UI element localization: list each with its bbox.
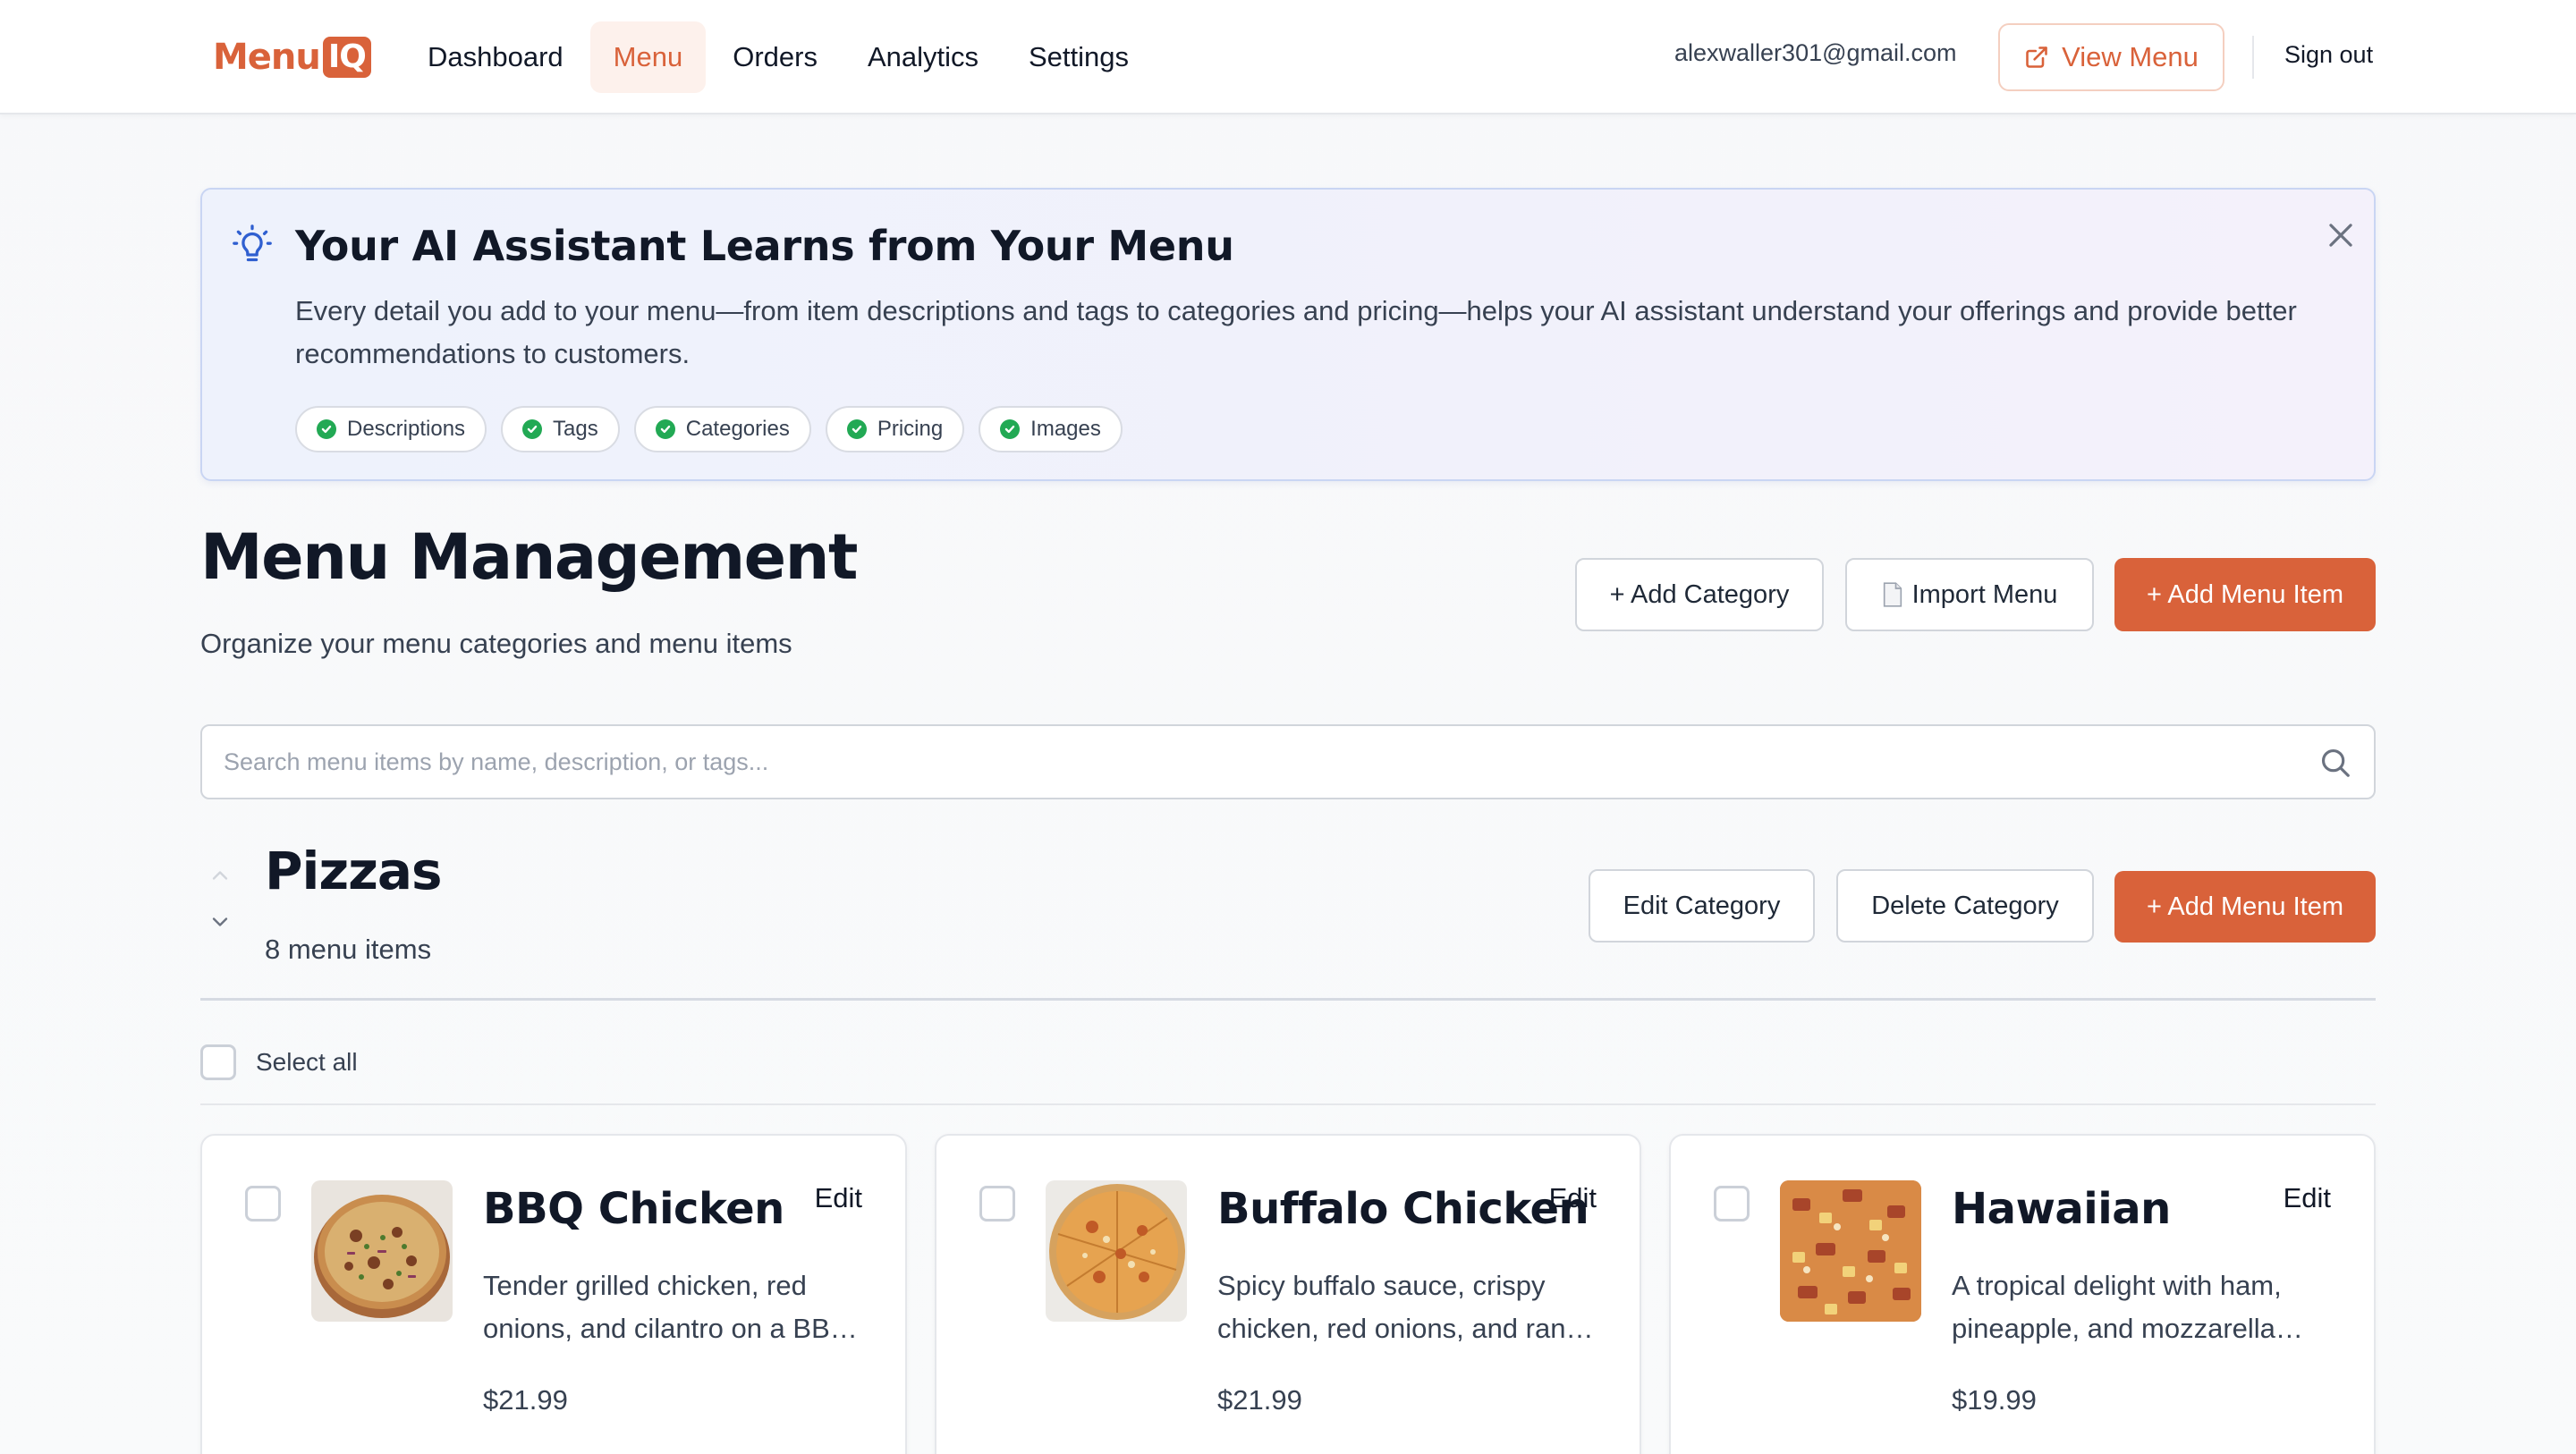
banner-chips: Descriptions Tags Categories Pricing Ima… (295, 406, 1123, 452)
nav-link-orders[interactable]: Orders (709, 21, 841, 93)
view-menu-button[interactable]: View Menu (1998, 23, 2224, 91)
top-nav: Menu IQ Dashboard Menu Orders Analytics … (0, 0, 2576, 114)
banner-text: Every detail you add to your menu—from i… (295, 295, 2297, 369)
page-title: Menu Management (200, 520, 858, 594)
category-item-count: 8 menu items (265, 934, 432, 965)
item-image (1780, 1180, 1921, 1322)
check-circle-icon (522, 419, 543, 439)
lightbulb-icon (233, 224, 272, 262)
check-circle-icon (317, 419, 336, 439)
external-link-icon (2026, 46, 2047, 68)
category-title: Pizzas (265, 841, 443, 901)
check-circle-icon (655, 419, 675, 439)
close-icon[interactable] (2324, 218, 2358, 252)
nav-link-analytics[interactable]: Analytics (844, 21, 1002, 93)
check-circle-icon (1000, 419, 1021, 439)
select-all-label: Select all (256, 1048, 358, 1076)
chip-label: Pricing (877, 417, 944, 441)
item-price: $21.99 (483, 1384, 568, 1416)
category-divider (200, 998, 2376, 1001)
item-description: A tropical delight with ham, pineapple, … (1952, 1270, 2282, 1344)
search-bar (200, 724, 2376, 799)
item-description: Tender grilled chicken, red onions, and … (483, 1270, 852, 1344)
sign-out-link[interactable]: Sign out (2284, 41, 2373, 69)
menu-item-card[interactable]: Buffalo Chicken Edit Spicy buffalo sauce… (935, 1134, 1641, 1454)
item-description: Spicy buffalo sauce, crispy chicken, red… (1217, 1270, 1596, 1344)
chip-images: Images (979, 406, 1123, 452)
menu-item-card[interactable]: BBQ Chicken Edit Tender grilled chicken,… (200, 1134, 907, 1454)
chip-descriptions: Descriptions (295, 406, 487, 452)
item-edit-link[interactable]: Edit (2284, 1182, 2331, 1214)
import-menu-button[interactable]: Import Menu (1845, 558, 2094, 631)
nav-link-menu[interactable]: Menu (589, 21, 707, 93)
nav-link-dashboard[interactable]: Dashboard (404, 21, 587, 93)
row-divider (200, 1103, 2376, 1105)
nav-links: Dashboard Menu Orders Analytics Settings (404, 21, 1152, 93)
chevron-down-icon[interactable] (208, 912, 233, 932)
item-name: Buffalo Chicken (1217, 1184, 1589, 1234)
item-checkbox[interactable] (979, 1186, 1015, 1222)
edit-category-button[interactable]: Edit Category (1589, 869, 1815, 943)
item-checkbox[interactable] (245, 1186, 281, 1222)
item-name: BBQ Chicken (483, 1184, 784, 1234)
chip-tags: Tags (501, 406, 620, 452)
chip-label: Descriptions (347, 417, 466, 441)
import-menu-label: Import Menu (1911, 579, 2058, 609)
item-name: Hawaiian (1952, 1184, 2171, 1234)
logo-text: Menu (213, 37, 321, 78)
delete-category-button[interactable]: Delete Category (1836, 869, 2094, 943)
view-menu-label: View Menu (2062, 41, 2199, 72)
item-price: $21.99 (1217, 1384, 1302, 1416)
chip-categories: Categories (633, 406, 811, 452)
banner-title: Your AI Assistant Learns from Your Menu (295, 222, 1234, 270)
add-menu-item-button[interactable]: + Add Menu Item (2114, 558, 2376, 631)
category-add-menu-item-button[interactable]: + Add Menu Item (2114, 871, 2376, 943)
item-edit-link[interactable]: Edit (1549, 1182, 1597, 1214)
chevron-up-icon[interactable] (208, 866, 233, 885)
item-image (311, 1180, 453, 1322)
search-input[interactable] (224, 726, 2281, 798)
search-icon[interactable] (2318, 746, 2352, 780)
logo[interactable]: Menu IQ (213, 34, 371, 80)
document-icon (1883, 582, 1902, 607)
select-all-checkbox[interactable] (200, 1044, 236, 1080)
chip-pricing: Pricing (825, 406, 965, 452)
chip-label: Images (1030, 417, 1101, 441)
chip-label: Tags (553, 417, 598, 441)
item-edit-link[interactable]: Edit (815, 1182, 862, 1214)
select-all-row: Select all (200, 1044, 358, 1080)
category-reorder (208, 866, 234, 932)
logo-badge: IQ (322, 37, 371, 78)
item-image (1046, 1180, 1187, 1322)
chip-label: Categories (685, 417, 790, 441)
nav-link-settings[interactable]: Settings (1005, 21, 1152, 93)
item-checkbox[interactable] (1714, 1186, 1750, 1222)
page-subtitle: Organize your menu categories and menu i… (200, 628, 792, 659)
nav-divider (2252, 36, 2254, 79)
item-price: $19.99 (1952, 1384, 2037, 1416)
check-circle-icon (846, 419, 867, 439)
user-email: alexwaller301@gmail.com (1674, 39, 1957, 66)
add-category-button[interactable]: + Add Category (1575, 558, 1824, 631)
menu-item-card[interactable]: Hawaiian Edit A tropical delight with ha… (1669, 1134, 2376, 1454)
ai-assistant-banner: Your AI Assistant Learns from Your Menu … (200, 188, 2376, 481)
